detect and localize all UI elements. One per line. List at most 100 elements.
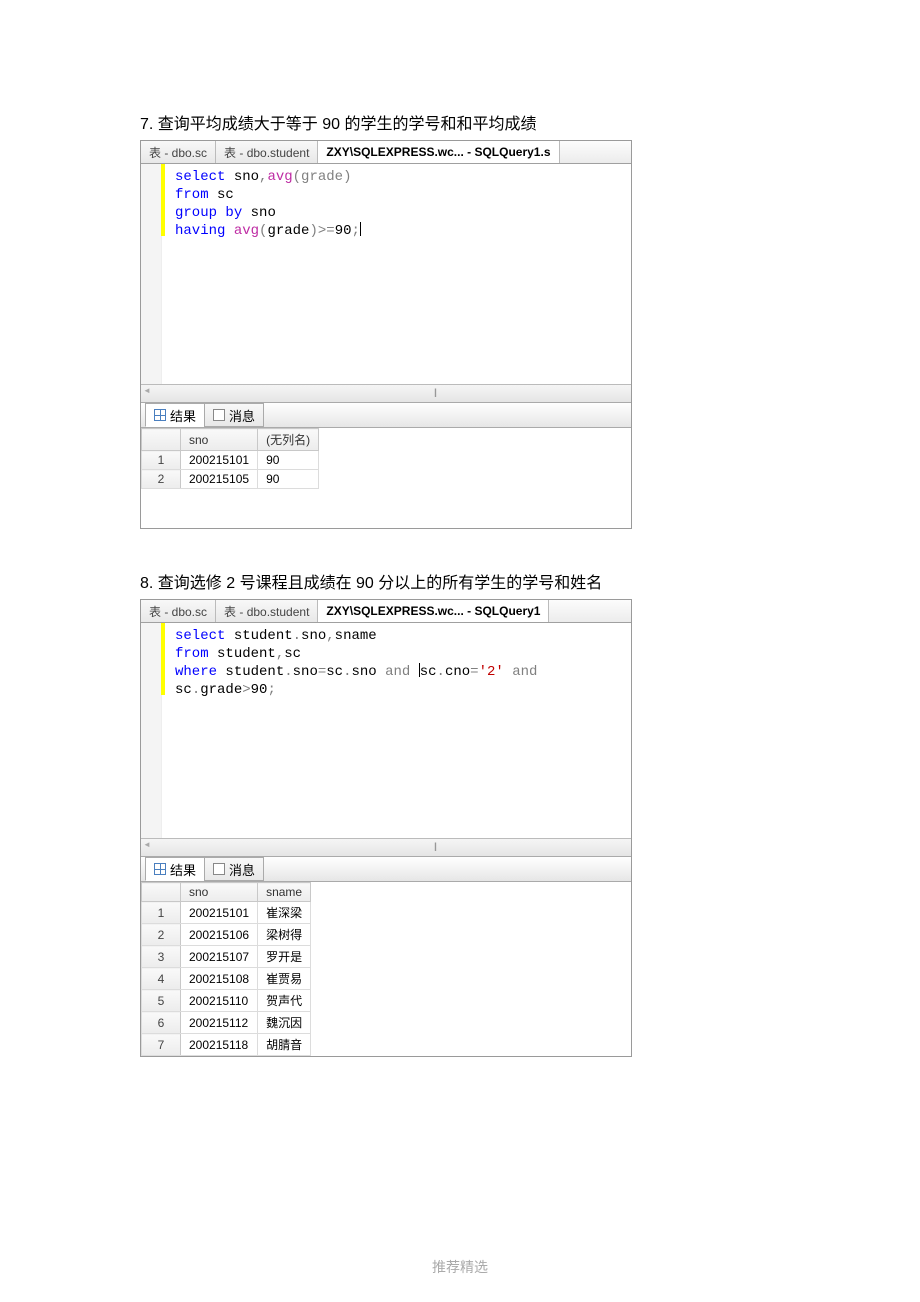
cell[interactable]: 崔贾易 [258,968,311,990]
cell[interactable]: 胡腈音 [258,1034,311,1056]
cell[interactable]: 魏沉因 [258,1012,311,1034]
table-row[interactable]: 3200215107罗开是 [142,946,311,968]
table-row[interactable]: 7200215118胡腈音 [142,1034,311,1056]
tab-results-label: 结果 [170,860,196,879]
q8-sql-text: select student.sno,sname from student,sc… [175,627,537,699]
q8-tab-2[interactable]: ZXY\SQLEXPRESS.wc... - SQLQuery1 [318,600,549,622]
t: = [470,664,478,680]
q8-result-grid-area: sno sname 1200215101崔深梁 2200215106梁树得 32… [141,882,631,1056]
col-noname[interactable]: (无列名) [258,429,319,451]
t: (grade) [293,169,352,185]
t: >= [318,223,335,239]
t: sc [209,187,234,203]
kw-select: select [175,169,225,185]
q8-heading: 8. 查询选修 2 号课程且成绩在 90 分以上的所有学生的学号和姓名 [140,569,780,593]
editor-gutter [141,623,162,838]
grid-icon [154,863,166,875]
kw-from: from [175,646,209,662]
cell[interactable]: 200215118 [181,1034,258,1056]
grid-icon [154,409,166,421]
t: sno [225,169,259,185]
text-cursor [360,222,361,236]
cell[interactable]: 贺声代 [258,990,311,1012]
tab-messages[interactable]: 消息 [204,857,264,881]
t: student [225,628,292,644]
corner [142,429,181,451]
t [504,664,512,680]
cell[interactable]: 200215101 [181,451,258,470]
col-sno[interactable]: sno [181,883,258,902]
q8-result-grid[interactable]: sno sname 1200215101崔深梁 2200215106梁树得 32… [141,882,311,1056]
cell[interactable]: 200215110 [181,990,258,1012]
col-sno[interactable]: sno [181,429,258,451]
cell[interactable]: 90 [258,451,319,470]
tab-results[interactable]: 结果 [145,403,205,427]
table-row[interactable]: 2200215106梁树得 [142,924,311,946]
cell[interactable]: 200215112 [181,1012,258,1034]
rownum: 2 [142,470,181,489]
cell[interactable]: 200215106 [181,924,258,946]
cell[interactable]: 崔深梁 [258,902,311,924]
tab-messages[interactable]: 消息 [204,403,264,427]
q8-tab-1[interactable]: 表 - dbo.student [216,600,318,622]
table-row[interactable]: 1200215101崔深梁 [142,902,311,924]
t: ; [352,223,360,239]
t: = [318,664,326,680]
t: and [512,664,537,680]
rownum: 1 [142,451,181,470]
q7-hscroll[interactable] [141,384,631,402]
kw-by: by [217,205,242,221]
cell[interactable]: 罗开是 [258,946,311,968]
t [377,664,385,680]
q8-tab-strip: 表 - dbo.sc 表 - dbo.student ZXY\SQLEXPRES… [141,600,631,623]
table-row[interactable]: 4200215108崔贾易 [142,968,311,990]
tab-messages-label: 消息 [229,860,255,879]
t: sc [175,682,192,698]
rownum: 4 [142,968,181,990]
col-sname[interactable]: sname [258,883,311,902]
t: sno [242,205,276,221]
cell[interactable]: 200215107 [181,946,258,968]
q7-result-grid[interactable]: sno (无列名) 1 200215101 90 2 200215105 90 [141,428,319,489]
kw-having: having [175,223,225,239]
table-row[interactable]: 2 200215105 90 [142,470,319,489]
t: . [192,682,200,698]
t: , [326,628,334,644]
table-row[interactable]: 1 200215101 90 [142,451,319,470]
q8-tab-0[interactable]: 表 - dbo.sc [141,600,216,622]
q7-tab-1[interactable]: 表 - dbo.student [216,141,318,163]
cell[interactable]: 200215108 [181,968,258,990]
t: student [209,646,276,662]
t: 90 [251,682,268,698]
editor-gutter [141,164,162,384]
q8-window: 表 - dbo.sc 表 - dbo.student ZXY\SQLEXPRES… [140,599,632,1057]
t: , [276,646,284,662]
q7-tab-0[interactable]: 表 - dbo.sc [141,141,216,163]
cell[interactable]: 200215105 [181,470,258,489]
q7-editor[interactable]: select sno,avg(grade) from sc group by s… [141,164,631,384]
t: grade [267,223,309,239]
q7-result-grid-area: sno (无列名) 1 200215101 90 2 200215105 90 [141,428,631,528]
t [410,664,418,680]
q7-result-tabs: 结果 消息 [141,402,631,428]
q7-tab-2[interactable]: ZXY\SQLEXPRESS.wc... - SQLQuery1.s [318,141,559,163]
q8-editor[interactable]: select student.sno,sname from student,sc… [141,623,631,838]
page: 7. 查询平均成绩大于等于 90 的学生的学号和和平均成绩 表 - dbo.sc… [0,0,920,1302]
tab-messages-label: 消息 [229,406,255,425]
table-row[interactable]: 5200215110贺声代 [142,990,311,1012]
q8-hscroll[interactable] [141,838,631,856]
table-row[interactable]: 6200215112魏沉因 [142,1012,311,1034]
page-footer: 推荐精选 [0,1257,920,1277]
t: sc [284,646,301,662]
cell[interactable]: 200215101 [181,902,258,924]
t: . [284,664,292,680]
cell[interactable]: 梁树得 [258,924,311,946]
rownum: 6 [142,1012,181,1034]
change-bar [161,623,165,695]
rownum: 2 [142,924,181,946]
tab-results[interactable]: 结果 [145,857,205,881]
cell[interactable]: 90 [258,470,319,489]
rownum: 5 [142,990,181,1012]
kw-select: select [175,628,225,644]
header-row: sno sname [142,883,311,902]
